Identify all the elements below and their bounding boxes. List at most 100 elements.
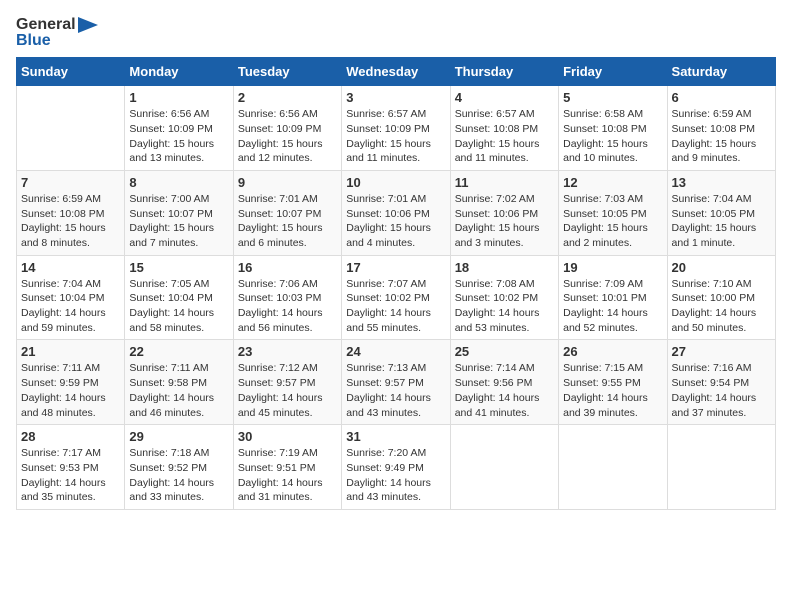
calendar-day-cell: 13Sunrise: 7:04 AMSunset: 10:05 PMDaylig… — [667, 170, 775, 255]
day-info: Sunrise: 7:12 AMSunset: 9:57 PMDaylight:… — [238, 361, 337, 420]
day-number: 5 — [563, 90, 662, 105]
weekday-header: Sunday — [17, 58, 125, 86]
day-info: Sunrise: 7:02 AMSunset: 10:06 PMDaylight… — [455, 192, 554, 251]
day-info: Sunrise: 7:13 AMSunset: 9:57 PMDaylight:… — [346, 361, 445, 420]
day-number: 11 — [455, 175, 554, 190]
calendar-day-cell: 21 Sunrise: 7:11 AMSunset: 9:59 PMDayligh… — [17, 340, 125, 425]
calendar-day-cell: 22 Sunrise: 7:11 AMSunset: 9:58 PMDayligh… — [125, 340, 233, 425]
day-info: Sunrise: 7:07 AMSunset: 10:02 PMDaylight… — [346, 277, 445, 336]
day-info: Sunrise: 7:06 AMSunset: 10:03 PMDaylight… — [238, 277, 337, 336]
day-number: 23 — [238, 344, 337, 359]
day-number: 4 — [455, 90, 554, 105]
day-info: Sunrise: 7:03 AMSunset: 10:05 PMDaylight… — [563, 192, 662, 251]
day-number: 16 — [238, 260, 337, 275]
day-info: Sunrise: 7:18 AMSunset: 9:52 PMDaylight:… — [129, 446, 228, 505]
day-info: Sunrise: 7:17 AMSunset: 9:53 PMDaylight:… — [21, 446, 120, 505]
day-number: 29 — [129, 429, 228, 444]
weekday-header: Wednesday — [342, 58, 450, 86]
logo-arrow-icon — [78, 17, 98, 33]
calendar-day-cell: 20Sunrise: 7:10 AMSunset: 10:00 PMDaylig… — [667, 255, 775, 340]
header: General Blue — [16, 16, 776, 49]
day-number: 27 — [672, 344, 771, 359]
day-number: 30 — [238, 429, 337, 444]
calendar-day-cell: 3 Sunrise: 6:57 AMSunset: 10:09 PMDayligh… — [342, 86, 450, 171]
calendar-day-cell: 16 Sunrise: 7:06 AMSunset: 10:03 PMDaylig… — [233, 255, 341, 340]
day-info: Sunrise: 6:59 AMSunset: 10:08 PMDaylight… — [672, 107, 771, 166]
day-number: 3 — [346, 90, 445, 105]
logo: General Blue — [16, 16, 98, 49]
day-number: 1 — [129, 90, 228, 105]
day-number: 2 — [238, 90, 337, 105]
calendar-day-cell: 12Sunrise: 7:03 AMSunset: 10:05 PMDaylig… — [559, 170, 667, 255]
calendar-week-row: 1 Sunrise: 6:56 AMSunset: 10:09 PMDayligh… — [17, 86, 776, 171]
day-info: Sunrise: 7:01 AMSunset: 10:07 PMDaylight… — [238, 192, 337, 251]
calendar-day-cell: 15 Sunrise: 7:05 AMSunset: 10:04 PMDaylig… — [125, 255, 233, 340]
calendar-day-cell: 14 Sunrise: 7:04 AMSunset: 10:04 PMDaylig… — [17, 255, 125, 340]
calendar-day-cell: 28 Sunrise: 7:17 AMSunset: 9:53 PMDayligh… — [17, 425, 125, 510]
day-info: Sunrise: 6:56 AMSunset: 10:09 PMDaylight… — [129, 107, 228, 166]
calendar-day-cell: 7 Sunrise: 6:59 AMSunset: 10:08 PMDayligh… — [17, 170, 125, 255]
calendar-day-cell: 26Sunrise: 7:15 AMSunset: 9:55 PMDayligh… — [559, 340, 667, 425]
weekday-row: SundayMondayTuesdayWednesdayThursdayFrid… — [17, 58, 776, 86]
day-info: Sunrise: 7:11 AMSunset: 9:59 PMDaylight:… — [21, 361, 120, 420]
day-info: Sunrise: 7:19 AMSunset: 9:51 PMDaylight:… — [238, 446, 337, 505]
day-info: Sunrise: 6:57 AMSunset: 10:08 PMDaylight… — [455, 107, 554, 166]
day-info: Sunrise: 7:04 AMSunset: 10:04 PMDaylight… — [21, 277, 120, 336]
day-info: Sunrise: 7:14 AMSunset: 9:56 PMDaylight:… — [455, 361, 554, 420]
day-number: 14 — [21, 260, 120, 275]
day-number: 22 — [129, 344, 228, 359]
calendar-day-cell: 31Sunrise: 7:20 AMSunset: 9:49 PMDayligh… — [342, 425, 450, 510]
calendar-day-cell — [667, 425, 775, 510]
calendar-day-cell: 1 Sunrise: 6:56 AMSunset: 10:09 PMDayligh… — [125, 86, 233, 171]
day-info: Sunrise: 7:08 AMSunset: 10:02 PMDaylight… — [455, 277, 554, 336]
day-info: Sunrise: 6:58 AMSunset: 10:08 PMDaylight… — [563, 107, 662, 166]
day-number: 7 — [21, 175, 120, 190]
weekday-header: Saturday — [667, 58, 775, 86]
day-number: 28 — [21, 429, 120, 444]
day-number: 24 — [346, 344, 445, 359]
day-number: 9 — [238, 175, 337, 190]
calendar-day-cell: 18Sunrise: 7:08 AMSunset: 10:02 PMDaylig… — [450, 255, 558, 340]
day-number: 15 — [129, 260, 228, 275]
day-number: 31 — [346, 429, 445, 444]
weekday-header: Tuesday — [233, 58, 341, 86]
day-info: Sunrise: 7:00 AMSunset: 10:07 PMDaylight… — [129, 192, 228, 251]
calendar-day-cell: 24 Sunrise: 7:13 AMSunset: 9:57 PMDayligh… — [342, 340, 450, 425]
calendar-table: SundayMondayTuesdayWednesdayThursdayFrid… — [16, 57, 776, 510]
day-info: Sunrise: 7:16 AMSunset: 9:54 PMDaylight:… — [672, 361, 771, 420]
calendar-day-cell — [450, 425, 558, 510]
day-info: Sunrise: 7:11 AMSunset: 9:58 PMDaylight:… — [129, 361, 228, 420]
calendar-day-cell: 23 Sunrise: 7:12 AMSunset: 9:57 PMDayligh… — [233, 340, 341, 425]
day-number: 26 — [563, 344, 662, 359]
day-number: 8 — [129, 175, 228, 190]
calendar-header: SundayMondayTuesdayWednesdayThursdayFrid… — [17, 58, 776, 86]
day-info: Sunrise: 6:59 AMSunset: 10:08 PMDaylight… — [21, 192, 120, 251]
calendar-day-cell: 29 Sunrise: 7:18 AMSunset: 9:52 PMDayligh… — [125, 425, 233, 510]
day-info: Sunrise: 6:57 AMSunset: 10:09 PMDaylight… — [346, 107, 445, 166]
day-number: 21 — [21, 344, 120, 359]
calendar-week-row: 7 Sunrise: 6:59 AMSunset: 10:08 PMDayligh… — [17, 170, 776, 255]
logo-blue: Blue — [16, 32, 51, 50]
calendar-week-row: 14 Sunrise: 7:04 AMSunset: 10:04 PMDaylig… — [17, 255, 776, 340]
day-info: Sunrise: 7:09 AMSunset: 10:01 PMDaylight… — [563, 277, 662, 336]
day-number: 25 — [455, 344, 554, 359]
calendar-week-row: 28 Sunrise: 7:17 AMSunset: 9:53 PMDayligh… — [17, 425, 776, 510]
weekday-header: Monday — [125, 58, 233, 86]
calendar-day-cell — [559, 425, 667, 510]
day-number: 6 — [672, 90, 771, 105]
calendar-day-cell: 2 Sunrise: 6:56 AMSunset: 10:09 PMDayligh… — [233, 86, 341, 171]
calendar-body: 1 Sunrise: 6:56 AMSunset: 10:09 PMDayligh… — [17, 86, 776, 510]
calendar-day-cell: 19 Sunrise: 7:09 AMSunset: 10:01 PMDaylig… — [559, 255, 667, 340]
calendar-day-cell: 17 Sunrise: 7:07 AMSunset: 10:02 PMDaylig… — [342, 255, 450, 340]
calendar-day-cell: 11 Sunrise: 7:02 AMSunset: 10:06 PMDaylig… — [450, 170, 558, 255]
calendar-day-cell: 27 Sunrise: 7:16 AMSunset: 9:54 PMDayligh… — [667, 340, 775, 425]
day-info: Sunrise: 6:56 AMSunset: 10:09 PMDaylight… — [238, 107, 337, 166]
day-info: Sunrise: 7:05 AMSunset: 10:04 PMDaylight… — [129, 277, 228, 336]
day-number: 19 — [563, 260, 662, 275]
calendar-day-cell — [17, 86, 125, 171]
day-number: 20 — [672, 260, 771, 275]
calendar-day-cell: 9 Sunrise: 7:01 AMSunset: 10:07 PMDayligh… — [233, 170, 341, 255]
calendar-day-cell: 10Sunrise: 7:01 AMSunset: 10:06 PMDaylig… — [342, 170, 450, 255]
day-number: 17 — [346, 260, 445, 275]
calendar-day-cell: 8 Sunrise: 7:00 AMSunset: 10:07 PMDayligh… — [125, 170, 233, 255]
